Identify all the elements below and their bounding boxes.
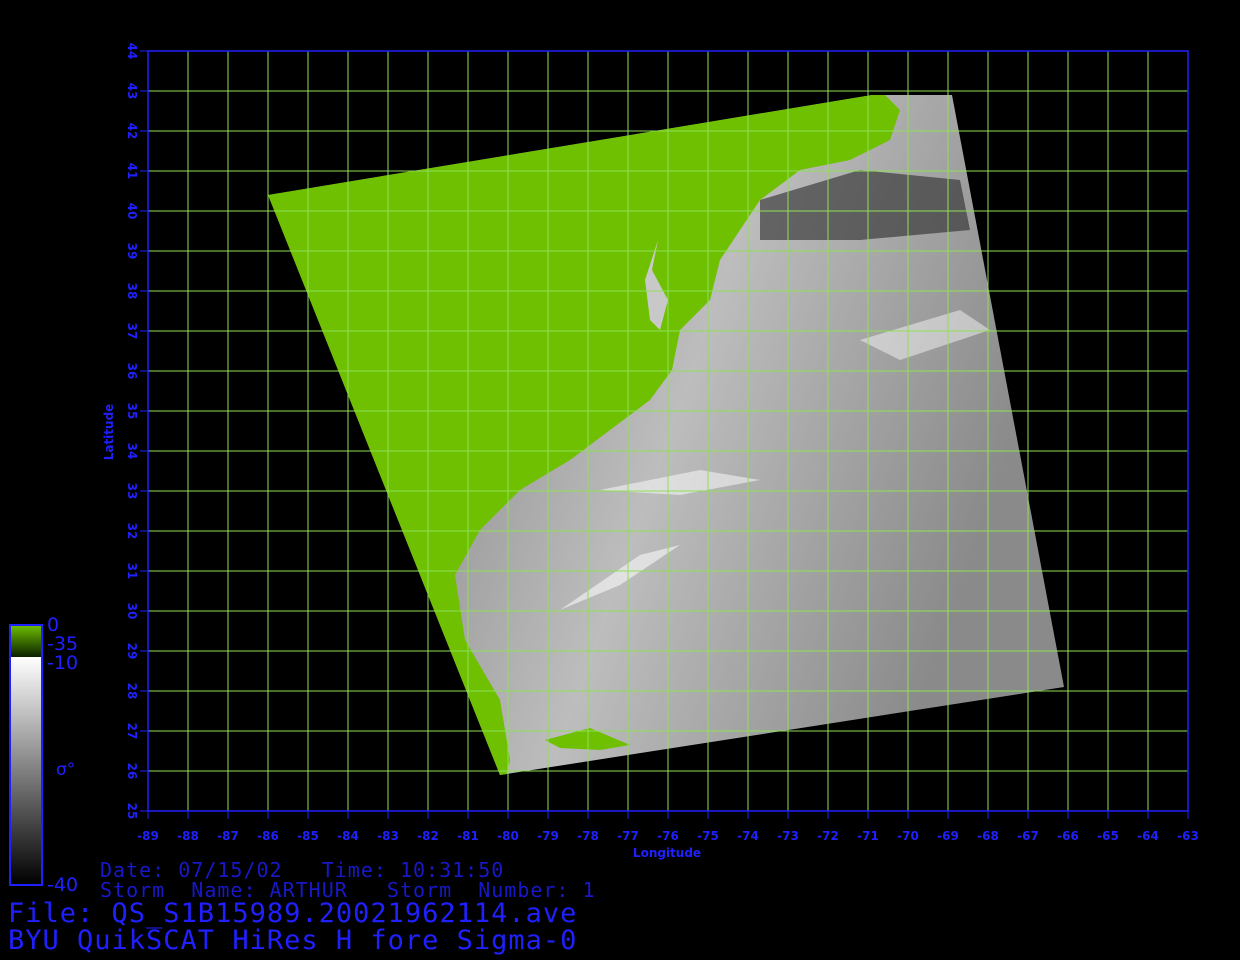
x-tick-label: -65 bbox=[1097, 829, 1119, 843]
x-tick-label: -82 bbox=[417, 829, 439, 843]
swath-map: -89 -88 -87 -86 -85 -84 -83 -82 -81 -80 -79 -78 -77 -… bbox=[9, 43, 1199, 886]
y-tick-label: 42 bbox=[125, 123, 139, 140]
colorbar-land bbox=[10, 625, 42, 657]
y-tick-label: 25 bbox=[125, 803, 139, 820]
x-tick-label: -88 bbox=[177, 829, 199, 843]
y-tick-label: 28 bbox=[125, 683, 139, 700]
x-tick-label: -69 bbox=[937, 829, 959, 843]
y-tick-label: 38 bbox=[125, 283, 139, 300]
swath-image bbox=[268, 95, 1064, 775]
colorbar-label-ocean-top: -10 bbox=[47, 652, 79, 674]
y-tick-label: 32 bbox=[125, 523, 139, 540]
x-tick-label: -76 bbox=[657, 829, 679, 843]
y-tick-label: 44 bbox=[125, 43, 139, 60]
x-axis-title: Longitude bbox=[633, 846, 701, 860]
x-tick-label: -70 bbox=[897, 829, 919, 843]
latitude-ticks: 25 26 27 28 29 30 31 32 33 34 35 36 37 38 39 40 41 42 43 44 bbox=[125, 43, 148, 820]
x-tick-label: -63 bbox=[1177, 829, 1199, 843]
x-tick-label: -73 bbox=[777, 829, 799, 843]
x-tick-label: -67 bbox=[1017, 829, 1039, 843]
x-tick-label: -64 bbox=[1137, 829, 1159, 843]
y-tick-label: 29 bbox=[125, 643, 139, 660]
x-tick-label: -86 bbox=[257, 829, 279, 843]
y-axis-title: Latitude bbox=[102, 404, 116, 461]
x-tick-label: -84 bbox=[337, 829, 359, 843]
x-tick-label: -78 bbox=[577, 829, 599, 843]
y-tick-label: 35 bbox=[125, 403, 139, 420]
y-tick-label: 40 bbox=[125, 203, 139, 220]
x-tick-label: -71 bbox=[857, 829, 879, 843]
colorbar-symbol: σ° bbox=[56, 760, 76, 780]
colorbar bbox=[9, 624, 43, 886]
x-tick-label: -75 bbox=[697, 829, 719, 843]
y-tick-label: 37 bbox=[125, 323, 139, 340]
x-tick-label: -74 bbox=[737, 829, 759, 843]
y-tick-label: 36 bbox=[125, 363, 139, 380]
x-tick-label: -77 bbox=[617, 829, 639, 843]
x-tick-label: -80 bbox=[497, 829, 519, 843]
colorbar-label-ocean-bottom: -40 bbox=[47, 874, 79, 896]
x-tick-label: -89 bbox=[137, 829, 159, 843]
y-tick-label: 39 bbox=[125, 243, 139, 260]
y-tick-label: 33 bbox=[125, 483, 139, 500]
y-tick-label: 26 bbox=[125, 763, 139, 780]
y-tick-label: 41 bbox=[125, 163, 139, 180]
y-tick-label: 27 bbox=[125, 723, 139, 740]
longitude-ticks: -89 -88 -87 -86 -85 -84 -83 -82 -81 -80 -79 -78 -77 -… bbox=[137, 811, 1199, 843]
x-tick-label: -81 bbox=[457, 829, 479, 843]
x-tick-label: -79 bbox=[537, 829, 559, 843]
y-tick-label: 30 bbox=[125, 603, 139, 620]
product-title-text: BYU QuikSCAT HiRes H fore Sigma-0 bbox=[8, 925, 578, 956]
y-tick-label: 43 bbox=[125, 83, 139, 100]
y-tick-label: 31 bbox=[125, 563, 139, 580]
x-tick-label: -68 bbox=[977, 829, 999, 843]
lat-lon-grid bbox=[147, 50, 1189, 812]
x-tick-label: -72 bbox=[817, 829, 839, 843]
y-tick-label: 34 bbox=[125, 443, 139, 460]
x-tick-label: -87 bbox=[217, 829, 239, 843]
x-tick-label: -83 bbox=[377, 829, 399, 843]
colorbar-ocean bbox=[10, 657, 42, 885]
x-tick-label: -66 bbox=[1057, 829, 1079, 843]
x-tick-label: -85 bbox=[297, 829, 319, 843]
